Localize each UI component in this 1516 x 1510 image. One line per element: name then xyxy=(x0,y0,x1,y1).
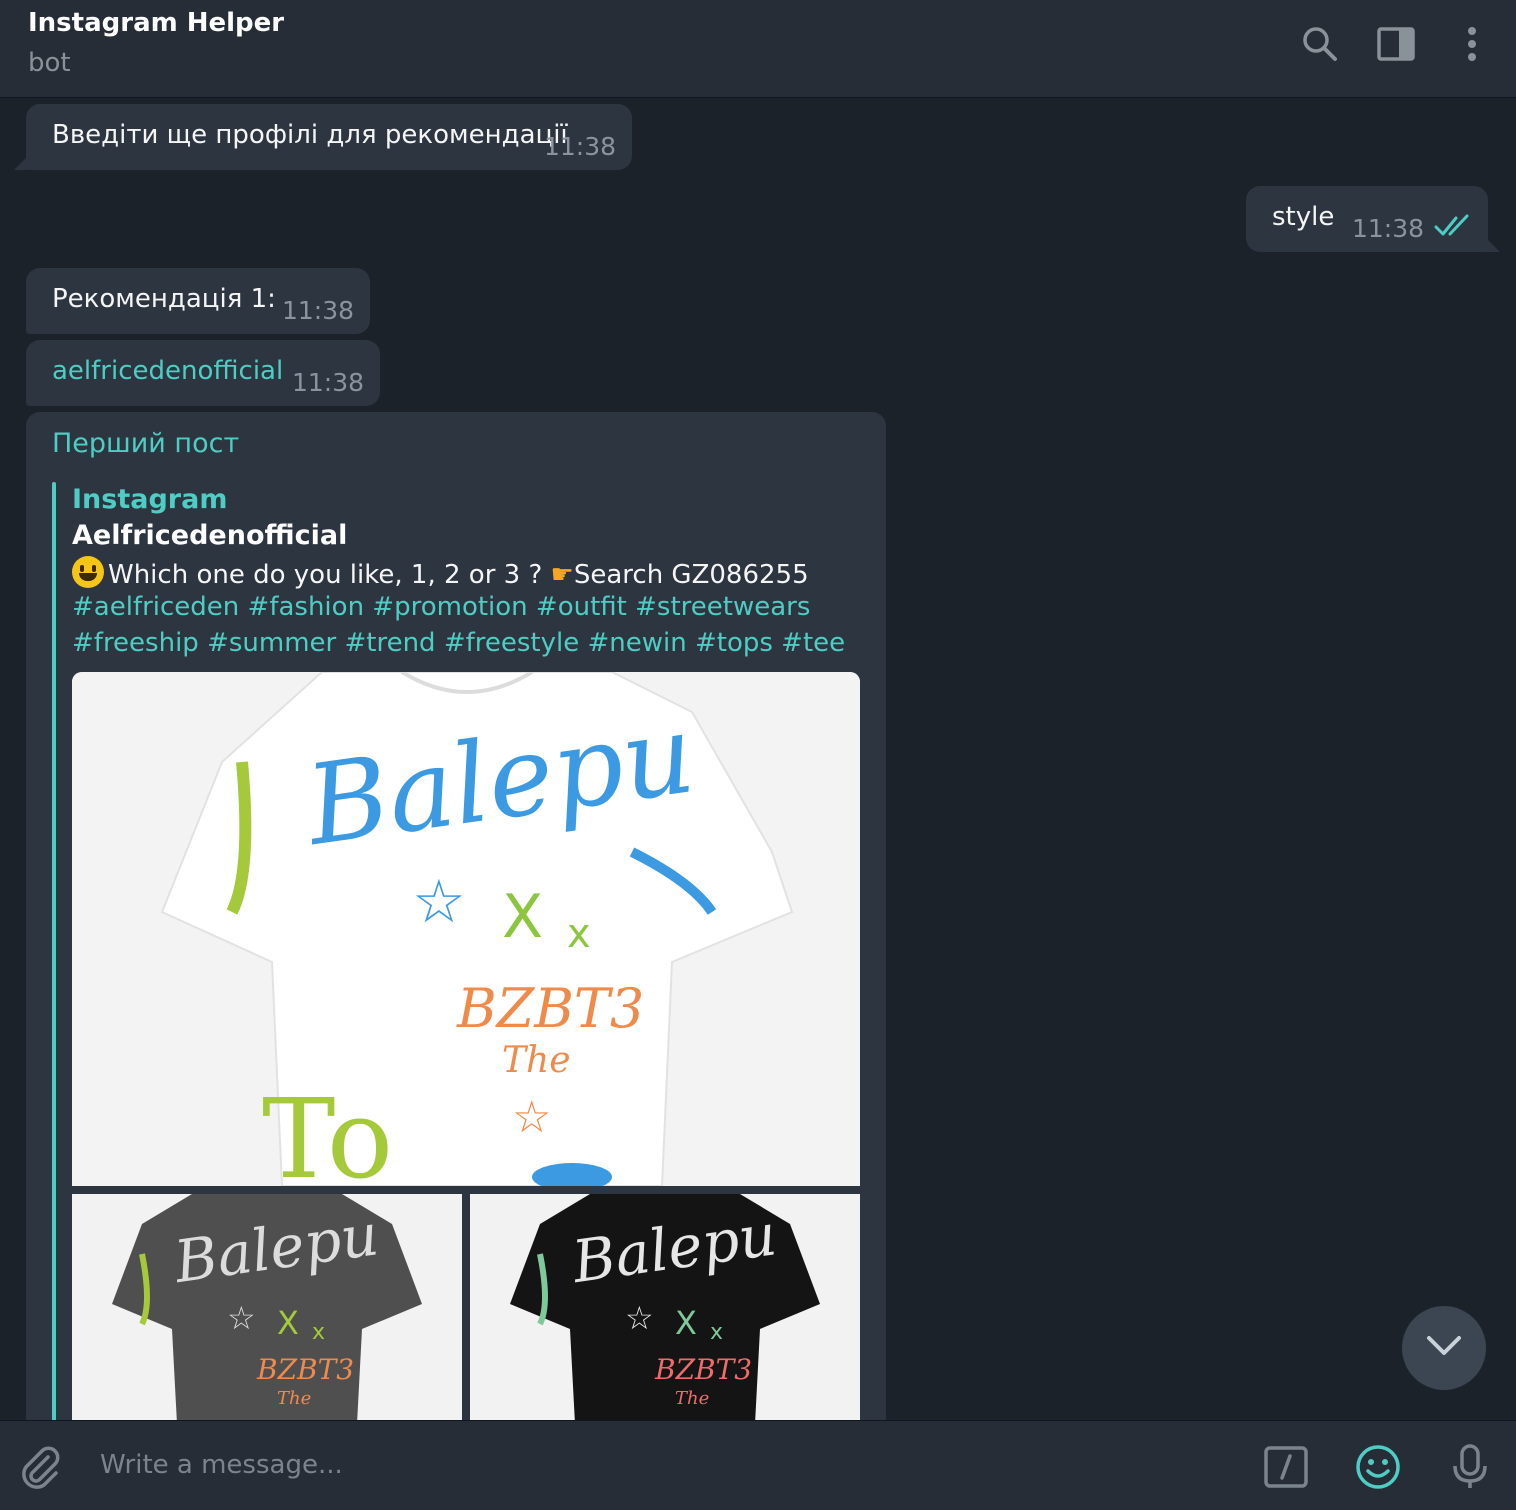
svg-text:X: X xyxy=(502,882,543,952)
svg-text:X: X xyxy=(675,1304,697,1342)
emoji-icon[interactable] xyxy=(1350,1439,1406,1495)
pointing-hand-emoji-icon: ☛ xyxy=(550,560,574,590)
preview-site-name: Instagram xyxy=(72,484,228,515)
message-bubble-incoming[interactable]: aelfricedenofficial 11:38 xyxy=(26,340,380,406)
svg-text:☆: ☆ xyxy=(227,1299,256,1337)
preview-image-main[interactable]: Balepu ☆ X x BZBT3 The ☆ To xyxy=(72,672,860,1186)
svg-text:The: The xyxy=(277,1388,311,1409)
message-text: Рекомендація 1: xyxy=(52,284,276,314)
svg-text:To: To xyxy=(262,1075,393,1186)
svg-text:☆: ☆ xyxy=(625,1299,654,1337)
message-bubble-outgoing[interactable]: style 11:38 xyxy=(1246,186,1488,252)
preview-description: Which one do you like, 1, 2 or 3 ? ☛Sear… xyxy=(72,556,809,590)
svg-text:☆: ☆ xyxy=(512,1092,551,1143)
message-time: 11:38 xyxy=(282,296,355,325)
message-bubble-incoming[interactable]: Введіти ще профілі для рекомендації 11:3… xyxy=(26,104,632,170)
preview-hashtags[interactable]: #aelfriceden #fashion #promotion #outfit… xyxy=(72,592,810,622)
svg-text:x: x xyxy=(710,1320,723,1345)
double-check-icon xyxy=(1434,214,1474,242)
preview-image-black[interactable]: Balepu ☆ X x BZBT3 The xyxy=(470,1194,860,1420)
preview-description-text: Which one do you like, 1, 2 or 3 ? xyxy=(108,560,551,590)
chat-title[interactable]: Instagram Helper xyxy=(28,8,284,38)
preview-description-search: Search GZ086255 xyxy=(573,560,809,590)
message-bubble-incoming[interactable]: Рекомендація 1: 11:38 xyxy=(26,268,370,334)
post-link[interactable]: Перший пост xyxy=(52,428,239,459)
svg-text:x: x xyxy=(312,1320,325,1345)
shirt-print-text-2: BZBT3 xyxy=(456,977,644,1040)
bubble-tail xyxy=(1486,238,1500,252)
svg-text:x: x xyxy=(567,911,591,957)
svg-text:BZBT3: BZBT3 xyxy=(654,1353,752,1386)
scroll-down-button[interactable] xyxy=(1402,1306,1486,1390)
message-text: Введіти ще профілі для рекомендації xyxy=(52,120,568,150)
message-time: 11:38 xyxy=(1352,214,1425,243)
sidebar-icon[interactable] xyxy=(1374,22,1418,66)
link-preview-bar xyxy=(52,482,56,1420)
message-time: 11:38 xyxy=(292,368,365,397)
attach-icon[interactable] xyxy=(12,1439,68,1495)
svg-text:The: The xyxy=(675,1388,709,1409)
message-composer xyxy=(0,1420,1516,1510)
microphone-icon[interactable] xyxy=(1442,1439,1498,1495)
more-vertical-icon[interactable] xyxy=(1450,22,1494,66)
chat-header: Instagram Helper bot xyxy=(0,0,1516,98)
preview-image-grey[interactable]: Balepu ☆ X x BZBT3 The xyxy=(72,1194,462,1420)
chevron-down-icon xyxy=(1426,1335,1462,1361)
shirt-print-text-3: The xyxy=(502,1040,571,1081)
svg-text:BZBT3: BZBT3 xyxy=(256,1353,354,1386)
preview-title: Aelfricedenofficial xyxy=(72,520,348,551)
chat-subtitle: bot xyxy=(28,48,71,78)
smiley-emoji-icon xyxy=(72,556,104,588)
message-time: 11:38 xyxy=(544,132,617,161)
message-input[interactable] xyxy=(100,1443,1200,1487)
message-list[interactable]: Введіти ще профілі для рекомендації 11:3… xyxy=(0,98,1516,1420)
message-text: style xyxy=(1272,202,1335,232)
bot-command-icon[interactable] xyxy=(1258,1439,1314,1495)
message-bubble-post[interactable]: Перший пост Instagram Aelfricedenofficia… xyxy=(26,412,886,1420)
profile-link[interactable]: aelfricedenofficial xyxy=(52,356,283,386)
svg-text:X: X xyxy=(277,1304,299,1342)
svg-text:☆: ☆ xyxy=(412,867,466,937)
preview-hashtags[interactable]: #freeship #summer #trend #freestyle #new… xyxy=(72,628,845,658)
search-icon[interactable] xyxy=(1298,22,1342,66)
